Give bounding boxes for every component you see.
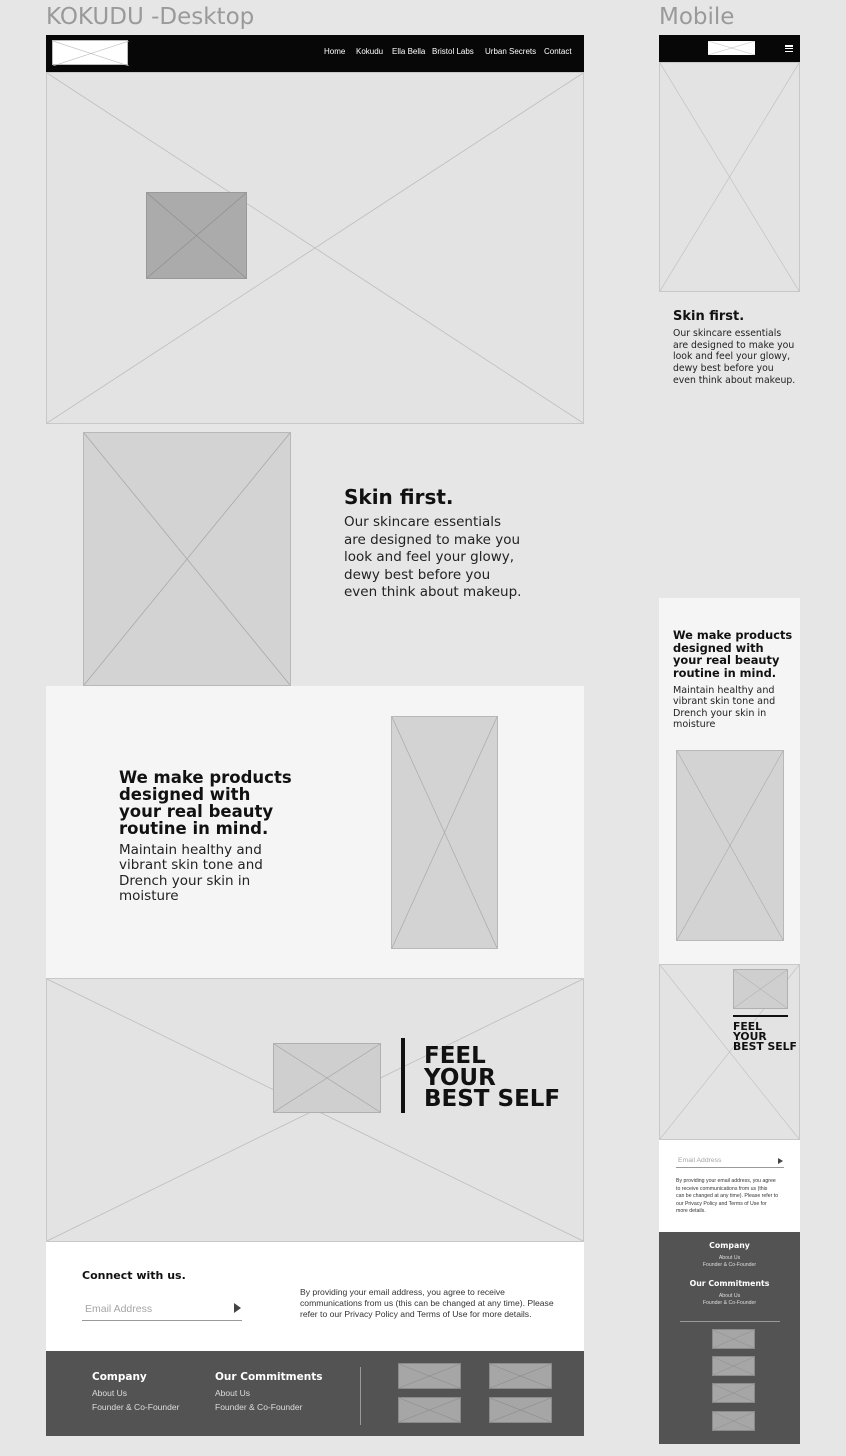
products-body-line: vibrant skin tone and <box>673 696 776 708</box>
footer-commitments-founder-link[interactable]: Founder & Co-Founder <box>215 1402 302 1412</box>
products-heading-line: routine in mind. <box>673 665 777 680</box>
products-heading-line: your real beauty <box>673 653 780 668</box>
products-heading-line: your real beauty <box>119 802 274 821</box>
mobile-footer-image-placeholder <box>712 1411 755 1431</box>
skin-first-description: Our skincare essentials are designed to … <box>344 514 521 602</box>
mobile-skin-first-heading: Skin first. <box>673 309 745 324</box>
feel-inner-image-placeholder <box>273 1043 381 1113</box>
nav-home[interactable]: Home <box>324 47 345 56</box>
skin-first-line: dewy best before you <box>673 363 774 375</box>
nav-contact[interactable]: Contact <box>544 47 572 56</box>
products-body-line: Drench your skin in <box>119 872 251 889</box>
disclaimer-line: communications from us (this can be chan… <box>300 1298 554 1309</box>
disclaimer-line: to receive communications from us (this <box>676 1185 768 1192</box>
footer-commitments-about-link[interactable]: About Us <box>215 1388 250 1398</box>
email-placeholder: Email Address <box>85 1303 153 1315</box>
desktop-frame-title: KOKUDU -Desktop <box>46 4 255 30</box>
mobile-feel-heading: FEEL YOUR BEST SELF <box>733 1021 797 1053</box>
products-heading: We make products designed with your real… <box>119 769 292 837</box>
skin-first-line: are designed to make you <box>673 339 795 351</box>
skin-first-line: look and feel your glowy, <box>673 351 791 363</box>
footer-image-placeholder <box>398 1397 461 1423</box>
mobile-frame-title: Mobile <box>659 4 735 30</box>
skin-first-heading: Skin first. <box>344 485 454 509</box>
submit-arrow-icon[interactable] <box>234 1303 241 1313</box>
skin-first-line: Our skincare essentials <box>673 328 782 339</box>
mobile-footer-image-placeholder <box>712 1383 755 1403</box>
mobile-skin-first-description: Our skincare essentials are designed to … <box>673 328 795 387</box>
products-body-line: Maintain healthy and <box>119 842 262 858</box>
nav-ella-bella[interactable]: Ella Bella <box>392 47 425 56</box>
mobile-footer-image-placeholder <box>712 1329 755 1349</box>
footer-company-title: Company <box>92 1371 147 1383</box>
mobile-footer-divider <box>680 1321 780 1322</box>
skin-first-line: are designed to make you <box>344 531 521 548</box>
mobile-feel-inner-image-placeholder <box>733 969 788 1009</box>
mobile-hero-image-placeholder <box>659 62 800 292</box>
feel-line: BEST SELF <box>733 1040 797 1053</box>
footer-image-placeholder <box>398 1363 461 1389</box>
mobile-footer-commitments-founder-link[interactable]: Founder & Co-Founder <box>659 1300 800 1306</box>
feel-line: BEST SELF <box>424 1086 561 1112</box>
mobile-products-heading: We make products designed with your real… <box>673 629 792 679</box>
products-body-line: moisture <box>673 719 716 731</box>
products-heading-line: We make products <box>673 628 793 642</box>
skin-first-line: even think about makeup. <box>673 374 796 386</box>
footer-company-founder-link[interactable]: Founder & Co-Founder <box>92 1402 179 1412</box>
mobile-logo-placeholder[interactable] <box>708 41 755 55</box>
mobile-products-image-placeholder <box>676 750 784 941</box>
mobile-disclaimer: By providing your email address, you agr… <box>676 1178 778 1216</box>
email-placeholder: Email Address <box>678 1157 722 1164</box>
mobile-footer-company-founder-link[interactable]: Founder & Co-Founder <box>659 1262 800 1268</box>
mobile-footer-company-title: Company <box>709 1241 750 1250</box>
skin-first-line: dewy best before you <box>344 566 491 583</box>
skin-first-line: look and feel your glowy, <box>344 549 515 565</box>
mobile-footer-commitments-about-link[interactable]: About Us <box>659 1293 800 1299</box>
products-heading-line: We make products <box>119 768 292 787</box>
products-image-placeholder <box>391 716 498 949</box>
mobile-footer-company-about-link[interactable]: About Us <box>659 1255 800 1261</box>
skin-first-line: even think about makeup. <box>344 584 522 600</box>
products-heading-line: designed with <box>119 785 251 804</box>
nav-urban-secrets[interactable]: Urban Secrets <box>485 47 536 56</box>
desktop-nav-bar: Home Kokudu Ella Bella Bristol Labs Urba… <box>46 35 584 72</box>
hamburger-menu-icon[interactable] <box>785 45 793 53</box>
disclaimer-line: By providing your email address, you agr… <box>300 1287 505 1297</box>
connect-disclaimer: By providing your email address, you agr… <box>300 1287 554 1321</box>
mobile-footer-commitments-title: Our Commitments <box>689 1279 770 1288</box>
footer-image-placeholder <box>489 1363 552 1389</box>
feel-vertical-divider <box>401 1038 405 1113</box>
submit-arrow-icon[interactable] <box>778 1158 783 1164</box>
connect-heading: Connect with us. <box>82 1269 186 1282</box>
skin-first-line: Our skincare essentials <box>344 514 502 530</box>
feel-best-self-heading: FEEL YOUR BEST SELF <box>424 1045 561 1112</box>
products-body-line: Drench your skin in <box>673 707 767 719</box>
footer-divider <box>360 1367 361 1425</box>
mobile-nav-bar <box>659 35 800 62</box>
disclaimer-line: more details. <box>676 1208 706 1215</box>
disclaimer-line: refer to our Privacy Policy and Terms of… <box>300 1309 532 1320</box>
hero-image-placeholder <box>46 72 584 424</box>
nav-kokudu[interactable]: Kokudu <box>356 47 383 56</box>
products-heading-line: routine in mind. <box>119 819 269 838</box>
mobile-products-description: Maintain healthy and vibrant skin tone a… <box>673 685 775 731</box>
desktop-email-field[interactable]: Email Address <box>82 1302 242 1321</box>
mobile-footer-image-placeholder <box>712 1356 755 1376</box>
hero-inner-image-placeholder <box>146 192 247 279</box>
products-body-line: vibrant skin tone and <box>119 857 263 874</box>
footer-image-placeholder <box>489 1397 552 1423</box>
footer-company-about-link[interactable]: About Us <box>92 1388 127 1398</box>
mobile-feel-divider <box>733 1015 788 1017</box>
mobile-email-field[interactable]: Email Address <box>676 1156 784 1168</box>
disclaimer-line: By providing your email address, you agr… <box>676 1178 776 1184</box>
products-description: Maintain healthy and vibrant skin tone a… <box>119 842 263 904</box>
footer-commitments-title: Our Commitments <box>215 1371 323 1383</box>
skin-first-image-placeholder <box>83 432 291 686</box>
nav-logo-placeholder[interactable] <box>52 40 129 66</box>
disclaimer-line: can be changed at any time). Please refe… <box>676 1193 779 1200</box>
nav-bristol-labs[interactable]: Bristol Labs <box>432 47 474 56</box>
disclaimer-line: our Privacy Policy and Terms of Use for <box>676 1200 767 1207</box>
products-body-line: Maintain healthy and <box>673 685 775 696</box>
products-body-line: moisture <box>119 887 179 904</box>
